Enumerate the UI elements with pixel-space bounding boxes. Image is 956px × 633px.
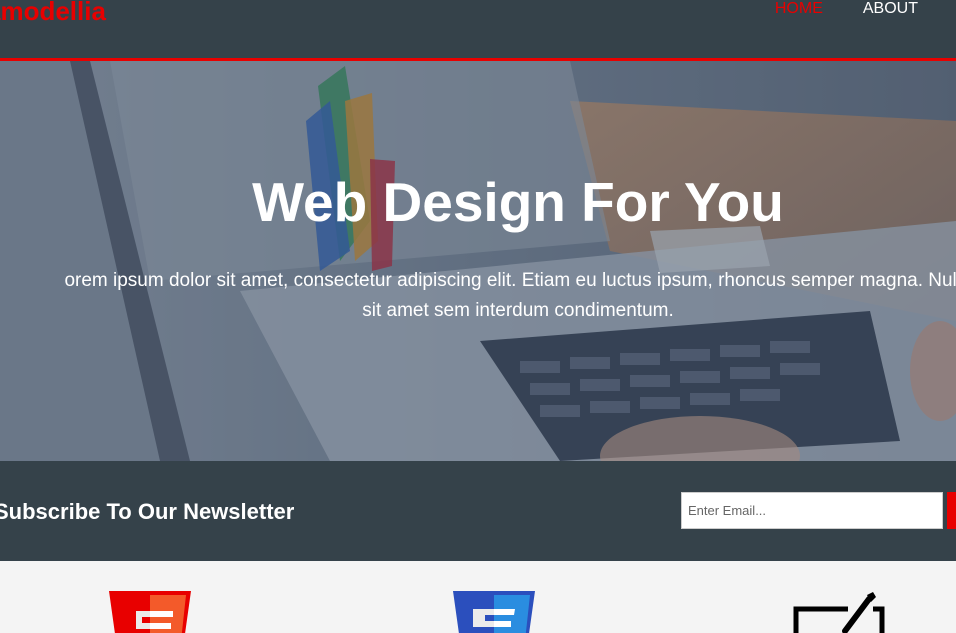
- css3-icon: [453, 591, 535, 633]
- brush-icon: [793, 592, 885, 633]
- showcase-description: orem ipsum dolor sit amet, consectetur a…: [0, 266, 956, 326]
- brand-logo[interactable]: amodellia: [0, 0, 106, 26]
- email-input[interactable]: [681, 492, 943, 529]
- showcase-overlay: [0, 61, 956, 461]
- header: amodellia HOME ABOUT: [0, 0, 956, 61]
- nav-about-link[interactable]: ABOUT: [863, 0, 918, 19]
- nav-home-link[interactable]: HOME: [775, 0, 823, 19]
- showcase-hero: Web Design For You orem ipsum dolor sit …: [0, 61, 956, 461]
- subscribe-button[interactable]: [947, 492, 956, 529]
- showcase-text-line-2: sit amet sem interdum condimentum.: [362, 300, 674, 321]
- newsletter-title: Subscribe To Our Newsletter: [0, 499, 295, 524]
- newsletter-section: Subscribe To Our Newsletter: [0, 461, 956, 561]
- showcase-text-line-1: orem ipsum dolor sit amet, consectetur a…: [64, 270, 956, 291]
- html5-icon: [109, 591, 191, 633]
- main-nav: HOME ABOUT: [775, 0, 918, 19]
- showcase-title: Web Design For You: [252, 171, 784, 233]
- page: amodellia HOME ABOUT: [0, 0, 956, 633]
- features-section: [0, 561, 956, 633]
